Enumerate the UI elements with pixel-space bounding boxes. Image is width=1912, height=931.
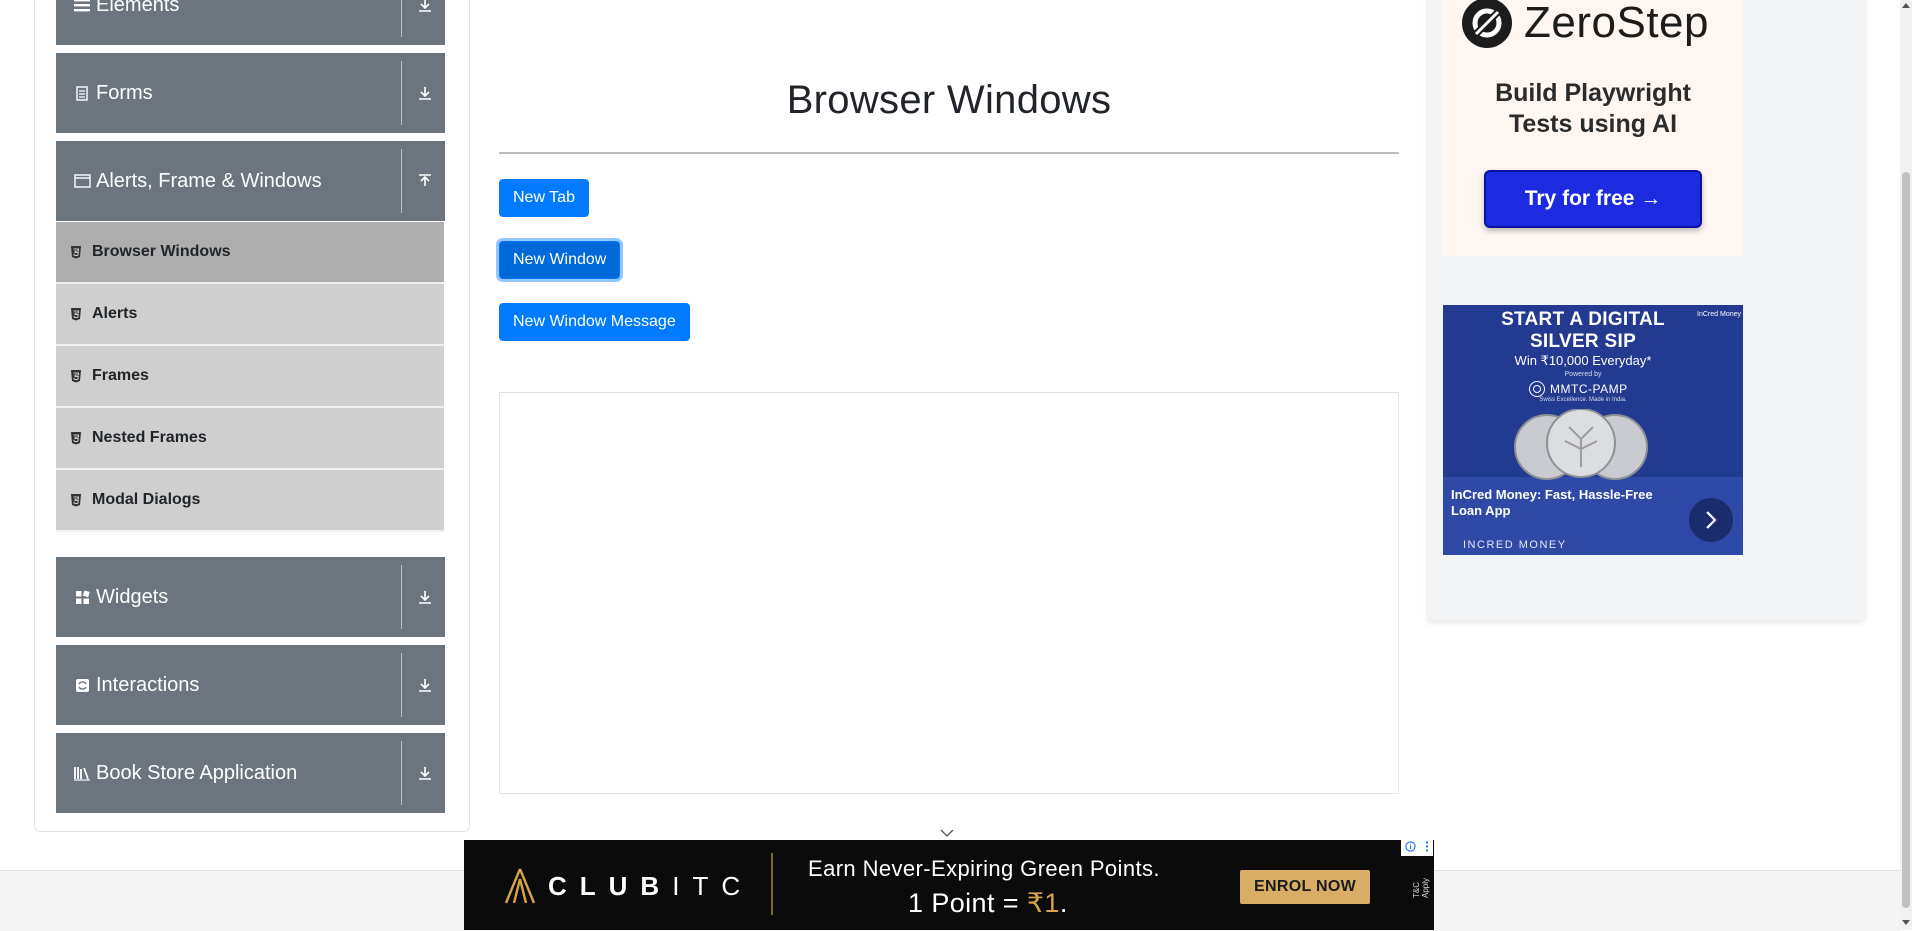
group-widgets[interactable]: Widgets bbox=[56, 557, 445, 637]
group-title: Alerts, Frame & Windows bbox=[96, 169, 322, 192]
html5-icon bbox=[70, 430, 84, 446]
incred-badge: InCred Money bbox=[1697, 311, 1741, 318]
submenu-label: Frames bbox=[92, 367, 149, 384]
new-tab-button[interactable]: New Tab bbox=[499, 179, 589, 217]
chevron-right-icon bbox=[1706, 511, 1717, 529]
silver-coins-image bbox=[1514, 409, 1648, 480]
group-elements[interactable]: Elements bbox=[56, 0, 445, 45]
download-arrow-icon[interactable] bbox=[415, 675, 435, 695]
group-interactions[interactable]: Interactions bbox=[56, 645, 445, 725]
zerostep-logo: ZeroStep bbox=[1460, 0, 1709, 50]
new-window-button[interactable]: New Window bbox=[499, 241, 621, 279]
document-icon bbox=[72, 85, 92, 101]
offer-prefix: 1 Point = bbox=[908, 888, 1027, 918]
divider bbox=[771, 853, 773, 915]
widgets-grid-icon bbox=[72, 589, 92, 605]
club-itc-wordmark-thin: ITC bbox=[672, 870, 754, 901]
html5-icon bbox=[70, 368, 84, 384]
submenu-label: Browser Windows bbox=[92, 243, 231, 260]
upload-arrow-icon[interactable] bbox=[415, 171, 435, 191]
hamburger-icon bbox=[72, 0, 92, 12]
title-divider bbox=[499, 152, 1399, 154]
ad-choices[interactable] bbox=[1401, 840, 1433, 856]
zerostep-wordmark: ZeroStep bbox=[1524, 0, 1709, 47]
more-options-icon[interactable] bbox=[1425, 841, 1429, 855]
submenu-item-alerts[interactable]: Alerts bbox=[56, 284, 444, 346]
divider bbox=[401, 741, 402, 805]
mmtc-pamp-logo: MMTC-PAMP bbox=[1528, 380, 1628, 398]
window-icon bbox=[72, 174, 92, 188]
next-arrow-button[interactable] bbox=[1689, 498, 1733, 542]
group-title: Book Store Application bbox=[96, 761, 298, 784]
html5-icon bbox=[70, 492, 84, 508]
interaction-icon bbox=[72, 678, 92, 693]
ad-frame-placeholder bbox=[499, 392, 1399, 794]
download-arrow-icon[interactable] bbox=[415, 587, 435, 607]
club-itc-offer: 1 Point = ₹1. bbox=[908, 888, 1068, 919]
download-arrow-icon[interactable] bbox=[415, 0, 435, 15]
mmtc-tagline: Swiss Excellence. Made in India. bbox=[1539, 397, 1627, 403]
html5-icon bbox=[70, 244, 84, 260]
submenu-item-nested-frames[interactable]: Nested Frames bbox=[56, 408, 444, 470]
mmtc-emblem-icon bbox=[1529, 381, 1545, 397]
club-itc-wordmark-bold: CLUB bbox=[548, 870, 673, 901]
info-icon[interactable] bbox=[1405, 841, 1416, 855]
download-arrow-icon[interactable] bbox=[415, 83, 435, 103]
zerostep-headline: Build Playwright Tests using AI bbox=[1443, 78, 1743, 140]
club-itc-emblem-icon bbox=[504, 868, 536, 904]
offer-value: ₹1 bbox=[1026, 888, 1060, 918]
zerostep-logo-icon bbox=[1462, 0, 1512, 48]
group-title: Forms bbox=[96, 81, 153, 104]
scrollbar-thumb[interactable] bbox=[1902, 172, 1910, 908]
submenu-label: Alerts bbox=[92, 305, 138, 322]
incred-silver-sip-ad[interactable]: START A DIGITAL SILVER SIP InCred Money … bbox=[1443, 305, 1743, 555]
alerts-frame-windows-submenu: Browser Windows Alerts Frames Nested Fra… bbox=[56, 222, 445, 532]
group-title: Widgets bbox=[96, 585, 169, 608]
incred-brand: INCRED MONEY bbox=[1463, 539, 1567, 551]
submenu-item-browser-windows[interactable]: Browser Windows bbox=[56, 222, 444, 284]
submenu-label: Nested Frames bbox=[92, 429, 207, 446]
club-itc-banner-ad[interactable]: CLUBITC Earn Never-Expiring Green Points… bbox=[464, 840, 1434, 930]
scroll-down-icon[interactable] bbox=[1901, 918, 1911, 928]
group-alerts-frame-windows[interactable]: Alerts, Frame & Windows bbox=[56, 141, 445, 221]
html5-icon bbox=[70, 306, 84, 322]
divider bbox=[401, 0, 402, 37]
divider bbox=[401, 653, 402, 717]
new-window-message-button[interactable]: New Window Message bbox=[499, 303, 690, 341]
club-itc-wordmark: CLUBITC bbox=[548, 871, 753, 902]
scroll-up-icon[interactable] bbox=[1901, 0, 1911, 10]
club-itc-headline: Earn Never-Expiring Green Points. bbox=[808, 856, 1160, 881]
sip-headline: START A DIGITAL SILVER SIP bbox=[1443, 309, 1723, 353]
offer-suffix: . bbox=[1059, 888, 1068, 918]
incred-caption: InCred Money: Fast, Hassle-Free Loan App bbox=[1451, 487, 1653, 518]
powered-by-label: Powered by bbox=[1564, 371, 1602, 378]
submenu-label: Modal Dialogs bbox=[92, 491, 201, 508]
divider bbox=[401, 149, 402, 213]
zerostep-headline-line2: Tests using AI bbox=[1508, 110, 1678, 138]
sip-headline-line1: START A DIGITAL bbox=[1501, 309, 1665, 330]
sip-subline: Win ₹10,000 Everyday* bbox=[1514, 353, 1652, 368]
books-icon bbox=[72, 765, 92, 781]
group-forms[interactable]: Forms bbox=[56, 53, 445, 133]
sip-headline-line2: SILVER SIP bbox=[1529, 331, 1637, 352]
download-arrow-icon[interactable] bbox=[415, 763, 435, 783]
terms-label: T&C Apply bbox=[1412, 877, 1430, 898]
enrol-now-button[interactable]: ENROL NOW bbox=[1240, 870, 1370, 904]
zerostep-headline-line1: Build Playwright bbox=[1495, 79, 1691, 107]
divider bbox=[401, 61, 402, 125]
club-itc-logo: CLUBITC bbox=[502, 867, 753, 905]
mmtc-pamp-text: MMTC-PAMP bbox=[1550, 382, 1628, 396]
submenu-item-frames[interactable]: Frames bbox=[56, 346, 444, 408]
submenu-item-modal-dialogs[interactable]: Modal Dialogs bbox=[56, 470, 444, 532]
divider bbox=[401, 565, 402, 629]
group-title: Interactions bbox=[96, 673, 200, 696]
try-for-free-button[interactable]: Try for free → bbox=[1484, 170, 1702, 228]
page-title: Browser Windows bbox=[786, 78, 1112, 122]
group-title: Elements bbox=[96, 0, 180, 16]
group-book-store-application[interactable]: Book Store Application bbox=[56, 733, 445, 813]
